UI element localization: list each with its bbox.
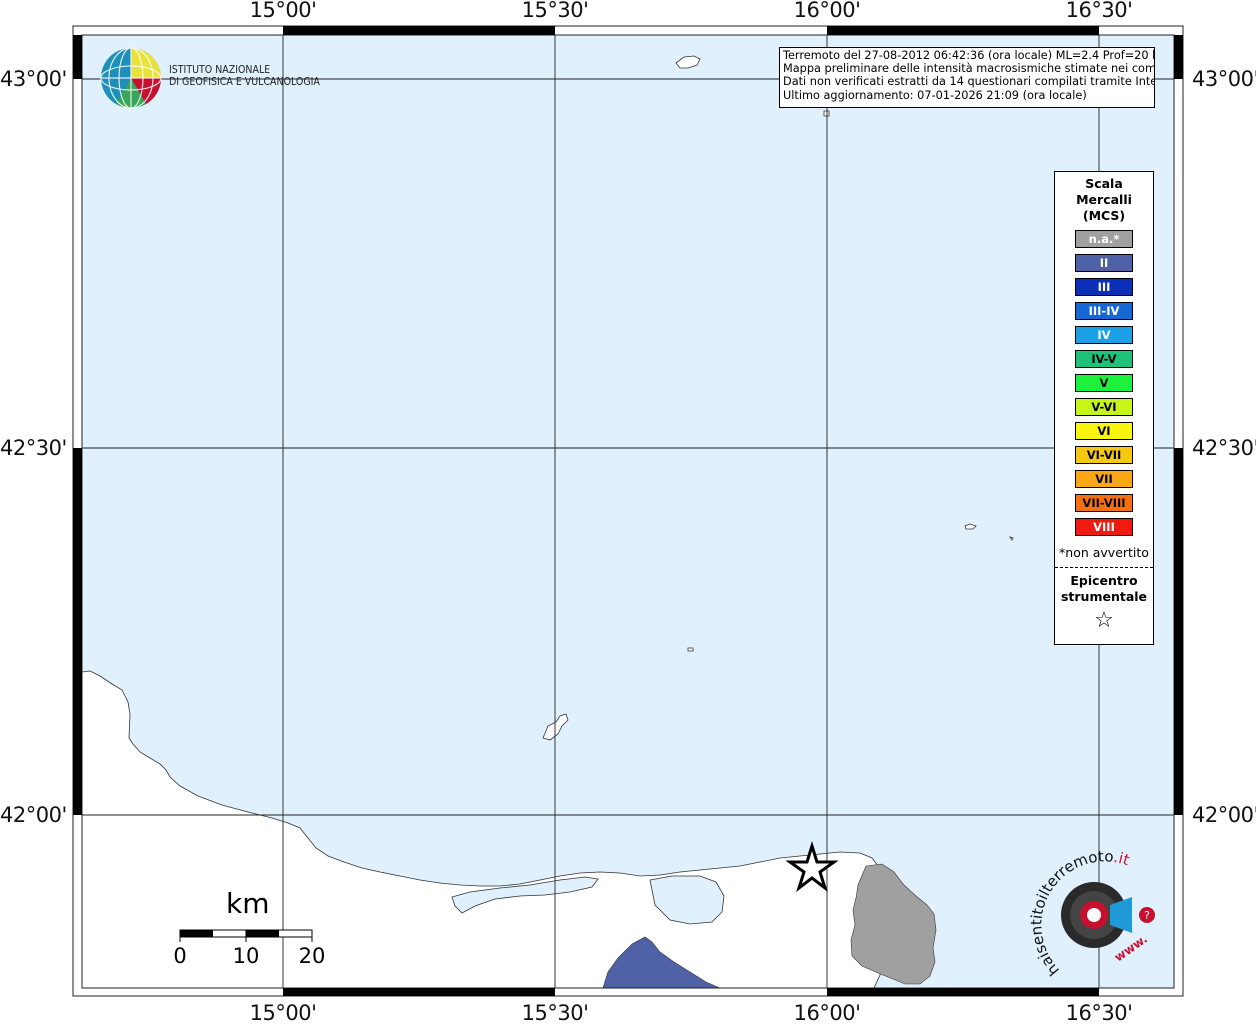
event-info-line4: Ultimo aggiornamento: 07-01-2026 21:09 (… — [783, 88, 1087, 102]
lon-label-bottom-1500: 15°00' — [249, 1001, 317, 1025]
legend-item-8: V-VI — [1075, 398, 1133, 416]
scale-tick-10: 10 — [232, 944, 260, 968]
legend-item-6: IV-V — [1075, 350, 1133, 368]
event-info-box: Terremoto del 27-08-2012 06:42:36 (ora l… — [779, 47, 1155, 108]
lat-label-right-4200: 42°00' — [1192, 803, 1256, 827]
event-info-line3: Dati non verificati estratti da 14 quest… — [783, 75, 1155, 89]
lat-label-left-4300: 43°00' — [0, 67, 67, 91]
legend-title: Scala Mercalli (MCS) — [1055, 176, 1153, 224]
lon-label-top-1630: 16°30' — [1065, 0, 1133, 22]
islet-4 — [823, 110, 830, 117]
legend-item-12: VII-VIII — [1075, 494, 1133, 512]
legend-item-1: n.a.* — [1075, 230, 1133, 248]
event-info-line1: Terremoto del 27-08-2012 06:42:36 (ora l… — [783, 49, 1155, 62]
lon-label-bottom-1630: 16°30' — [1065, 1001, 1133, 1025]
legend-title-line2: Mercalli — [1076, 192, 1132, 207]
ingv-name-line1: ISTITUTO NAZIONALE — [169, 64, 271, 76]
lat-label-left-4230: 42°30' — [0, 436, 67, 460]
scale-tick-20: 20 — [298, 944, 326, 968]
lat-label-left-4200: 42°00' — [0, 803, 67, 827]
legend-title-line3: (MCS) — [1082, 208, 1126, 223]
legend-star-icon: ☆ — [1094, 608, 1114, 633]
legend-epicenter-label: Epicentro strumentale — [1055, 573, 1153, 605]
islet-2 — [687, 647, 694, 652]
lon-label-top-1500: 15°00' — [249, 0, 317, 22]
legend-separator — [1055, 567, 1153, 568]
legend-item-2: II — [1075, 254, 1133, 272]
legend-epicenter-line2: strumentale — [1060, 589, 1148, 604]
event-info-line2: Mappa preliminare delle intensità macros… — [783, 62, 1155, 76]
ingv-name-line2: DI GEOFISICA E VULCANOLOGIA — [169, 76, 320, 88]
mcs-legend: Scala Mercalli (MCS) n.a.* II III III-IV IV I… — [1054, 171, 1154, 645]
legend-item-13: VIII — [1075, 518, 1133, 536]
lon-label-top-1530: 15°30' — [521, 0, 589, 22]
legend-item-10: VI-VII — [1075, 446, 1133, 464]
legend-item-9: VI — [1075, 422, 1133, 440]
legend-title-line1: Scala — [1085, 176, 1123, 191]
legend-item-4: III-IV — [1075, 302, 1133, 320]
lon-label-top-1600: 16°00' — [793, 0, 861, 22]
lat-label-right-4230: 42°30' — [1192, 436, 1256, 460]
ingv-globe-icon — [100, 47, 162, 109]
lon-label-bottom-1600: 16°00' — [793, 1001, 861, 1025]
legend-note: *non avvertito — [1059, 545, 1149, 560]
legend-item-3: III — [1075, 278, 1133, 296]
svg-text:?: ? — [1144, 909, 1150, 922]
lat-label-right-4300: 43°00' — [1192, 67, 1256, 91]
legend-epicenter-line1: Epicentro — [1070, 573, 1138, 588]
scale-unit: km — [226, 887, 270, 920]
legend-item-7: V — [1075, 374, 1133, 392]
legend-item-5: IV — [1075, 326, 1133, 344]
lon-label-bottom-1530: 15°30' — [521, 1001, 589, 1025]
ingv-name: ISTITUTO NAZIONALE DI GEOFISICA E VULCAN… — [169, 64, 320, 88]
scale-tick-0: 0 — [173, 944, 187, 968]
legend-item-11: VII — [1075, 470, 1133, 488]
